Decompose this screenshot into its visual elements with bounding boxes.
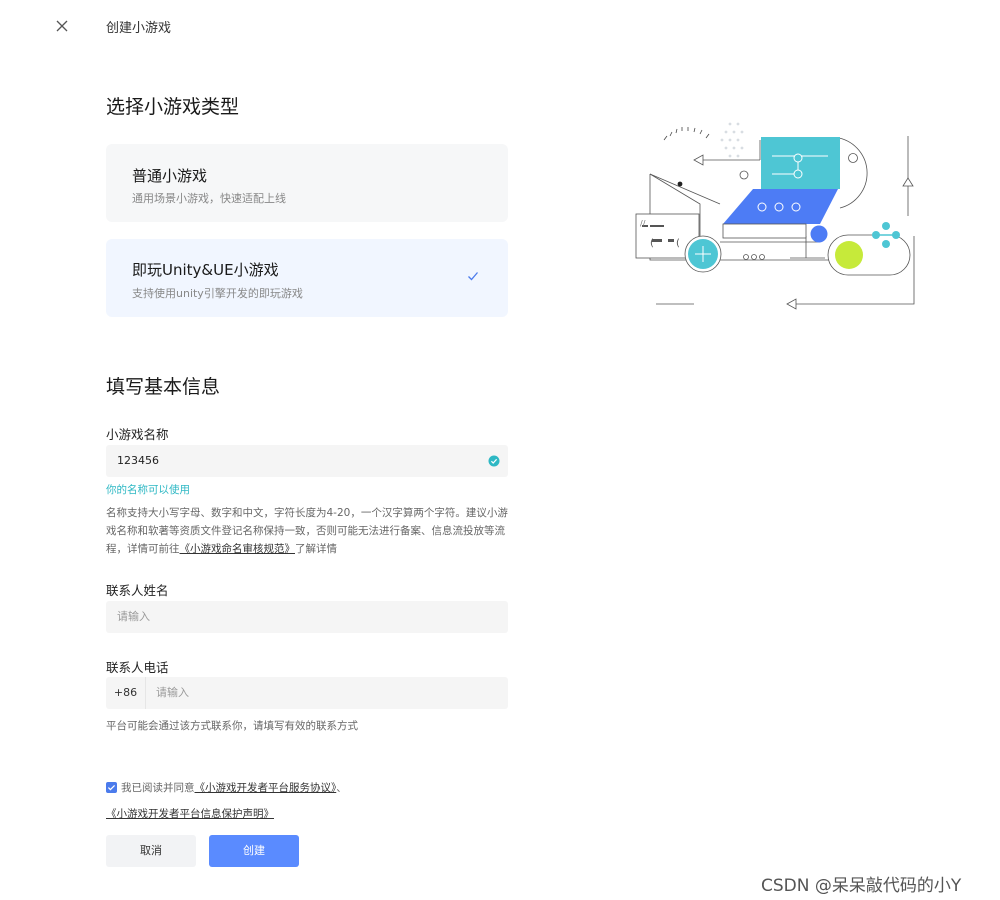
create-button[interactable]: 创建 (209, 835, 299, 867)
phone-country-code[interactable]: +86 (106, 677, 146, 709)
svg-text:(: ( (676, 238, 680, 249)
game-type-desc: 支持使用unity引擎开发的即玩游戏 (132, 287, 303, 300)
name-hint-suffix: 了解详情 (295, 543, 337, 555)
name-available-message: 你的名称可以使用 (106, 484, 190, 496)
game-name-input[interactable] (117, 454, 477, 467)
game-type-section-title: 选择小游戏类型 (106, 96, 240, 118)
contact-name-label: 联系人姓名 (106, 583, 169, 598)
contact-name-input[interactable] (117, 610, 497, 623)
name-rule-hint: 名称支持大小写字母、数字和中文，字符长度为4-20，一个汉字算两个字符。建议小游… (106, 504, 508, 558)
svg-text:(: ( (650, 238, 654, 249)
agreement-checkbox[interactable] (106, 782, 117, 793)
game-type-desc: 通用场景小游戏，快速适配上线 (132, 192, 286, 205)
game-name-field[interactable] (106, 445, 508, 477)
game-type-title: 普通小游戏 (132, 167, 208, 185)
naming-rules-link[interactable]: 《小游戏命名审核规范》 (180, 543, 296, 555)
contact-phone-field[interactable]: +86 (106, 677, 508, 709)
svg-text://: // (640, 219, 646, 228)
agreement-separator: 、 (336, 782, 347, 794)
cancel-button[interactable]: 取消 (106, 835, 196, 867)
page-title: 创建小游戏 (106, 21, 172, 36)
contact-phone-input[interactable] (156, 686, 496, 699)
phone-hint: 平台可能会通过该方式联系你，请填写有效的联系方式 (106, 720, 358, 732)
game-type-title: 即玩Unity&UE小游戏 (132, 261, 279, 279)
contact-phone-label: 联系人电话 (106, 660, 169, 675)
privacy-statement-link[interactable]: 《小游戏开发者平台信息保护声明》 (106, 806, 274, 821)
agreement-text: 我已阅读并同意《小游戏开发者平台服务协议》、 (121, 780, 347, 795)
agreement-prefix: 我已阅读并同意 (121, 782, 195, 794)
valid-check-icon (488, 455, 500, 467)
game-name-label: 小游戏名称 (106, 427, 169, 442)
close-icon[interactable] (52, 16, 72, 36)
basic-info-section-title: 填写基本信息 (106, 376, 221, 398)
check-icon (468, 272, 478, 281)
game-illustration: // ( ( (635, 122, 915, 310)
game-type-card-normal[interactable]: 普通小游戏 通用场景小游戏，快速适配上线 (106, 144, 508, 222)
contact-name-field[interactable] (106, 601, 508, 633)
game-type-card-unity[interactable]: 即玩Unity&UE小游戏 支持使用unity引擎开发的即玩游戏 (106, 239, 508, 317)
watermark: CSDN @呆呆敲代码的小Y (761, 876, 962, 896)
service-agreement-link[interactable]: 《小游戏开发者平台服务协议》 (195, 782, 337, 794)
